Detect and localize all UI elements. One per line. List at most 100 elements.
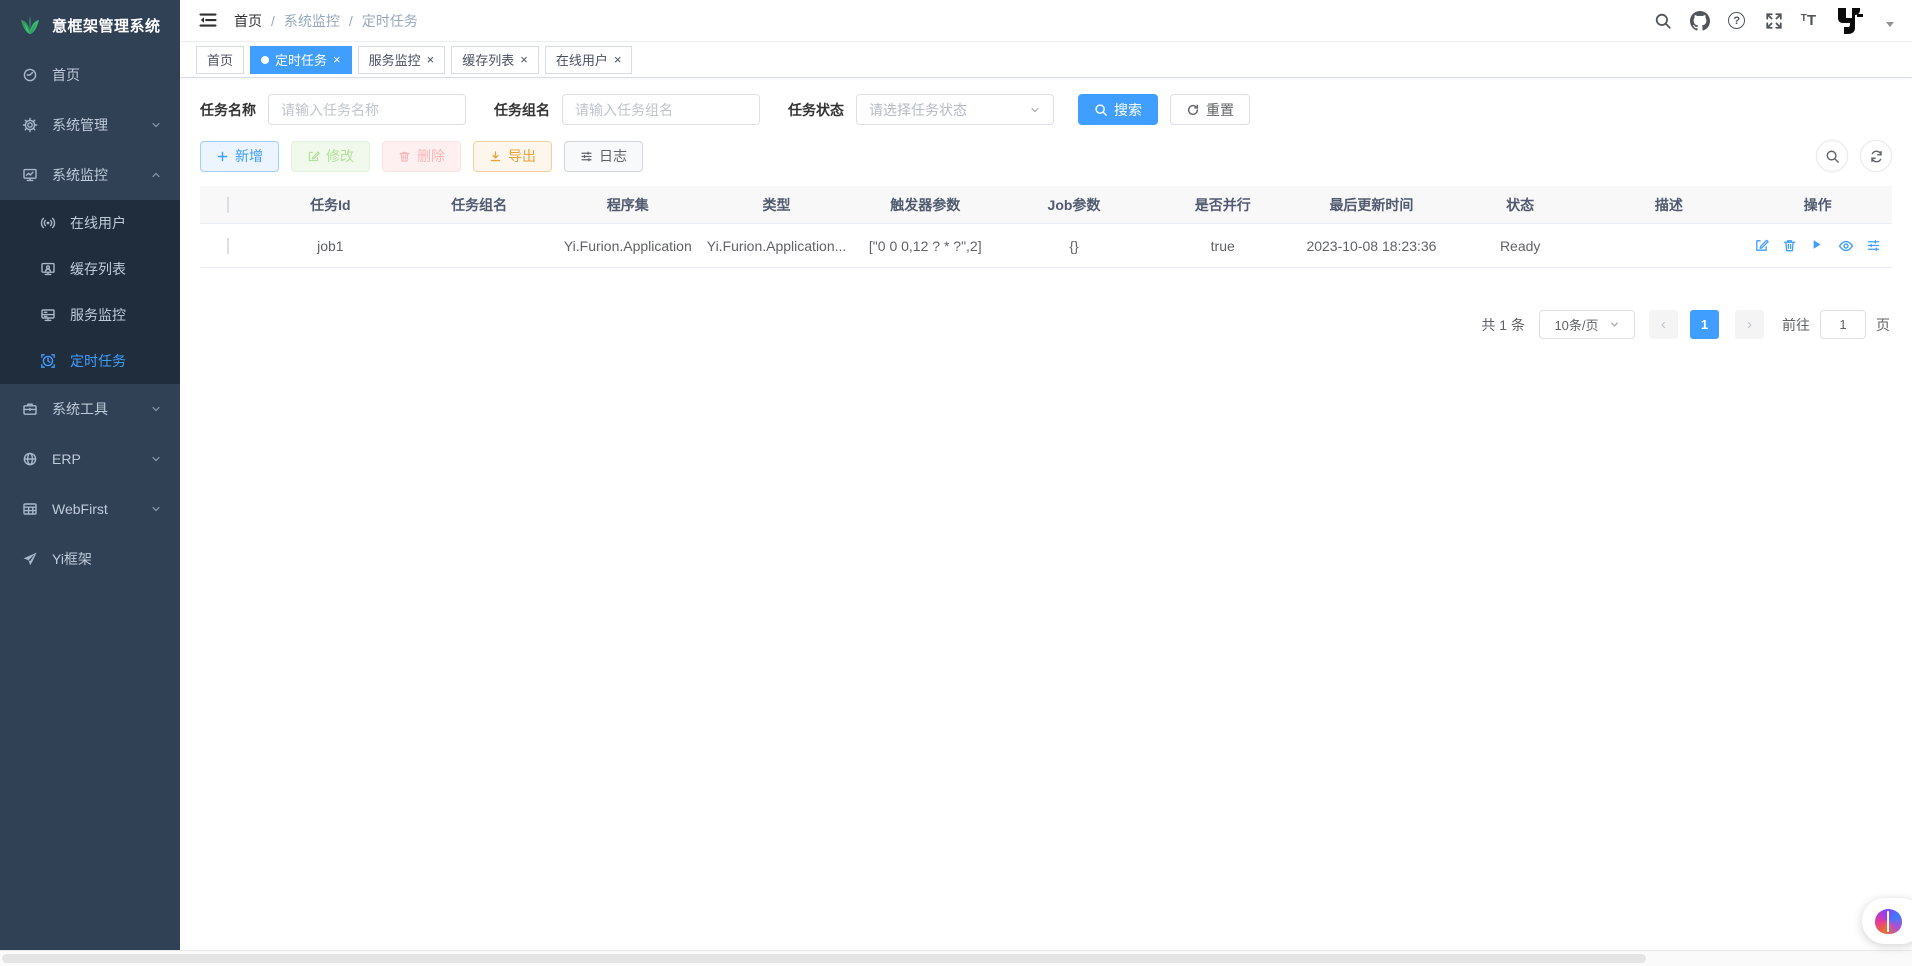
briefcase-icon — [22, 401, 38, 417]
close-icon[interactable]: × — [520, 53, 528, 66]
sidebar-item-system-tools[interactable]: 系统工具 — [0, 384, 180, 434]
page-unit-label: 页 — [1876, 315, 1890, 335]
cell-type: Yi.Furion.Application... — [702, 238, 851, 254]
sidebar-item-online-users[interactable]: 在线用户 — [0, 200, 180, 246]
next-page-button[interactable]: › — [1735, 310, 1764, 339]
col-updated: 最后更新时间 — [1297, 195, 1446, 215]
page-content: 任务名称 任务组名 任务状态 请选择任务状态 搜索 — [180, 78, 1912, 950]
edit-button[interactable]: 修改 — [291, 141, 370, 172]
table-refresh-button[interactable] — [1860, 140, 1892, 172]
select-all-checkbox[interactable] — [227, 197, 229, 213]
tab-cache-list[interactable]: 缓存列表 × — [451, 46, 539, 74]
export-button[interactable]: 导出 — [473, 141, 552, 172]
assistant-widget[interactable] — [1862, 898, 1912, 944]
header-search-icon[interactable] — [1653, 11, 1673, 31]
main-area: 首页 / 系统监控 / 定时任务 ? — [180, 0, 1912, 950]
breadcrumb-home[interactable]: 首页 — [234, 11, 262, 31]
tags-view-bar: 首页 定时任务 × 服务监控 × 缓存列表 × 在线用户 × — [180, 42, 1912, 78]
download-icon — [489, 150, 502, 163]
sidebar-item-system-monitor[interactable]: 系统监控 — [0, 150, 180, 200]
tab-scheduled-tasks[interactable]: 定时任务 × — [250, 46, 352, 74]
grid-table-icon — [22, 501, 38, 517]
gear-icon — [22, 117, 38, 133]
row-run-icon[interactable] — [1810, 238, 1825, 253]
sidebar-fold-icon[interactable] — [198, 10, 220, 32]
cell-assembly: Yi.Furion.Application — [553, 238, 702, 254]
add-button[interactable]: 新增 — [200, 141, 279, 172]
breadcrumb-separator: / — [271, 13, 275, 29]
sidebar-item-erp[interactable]: ERP — [0, 434, 180, 484]
breadcrumb: 首页 / 系统监控 / 定时任务 — [234, 11, 418, 31]
reset-button[interactable]: 重置 — [1170, 94, 1250, 125]
row-delete-icon[interactable] — [1782, 238, 1797, 253]
github-icon[interactable] — [1690, 11, 1710, 31]
sidebar-item-home[interactable]: 首页 — [0, 50, 180, 100]
row-checkbox[interactable] — [227, 238, 229, 254]
chevron-down-icon — [1609, 319, 1620, 330]
top-navbar: 首页 / 系统监控 / 定时任务 ? — [180, 0, 1912, 42]
app-logo[interactable]: 意框架管理系统 — [0, 0, 180, 50]
user-avatar[interactable] — [1833, 3, 1869, 39]
goto-label: 前往 — [1782, 315, 1810, 335]
sidebar-item-yi-framework[interactable]: Yi框架 — [0, 534, 180, 584]
log-button[interactable]: 日志 — [564, 141, 643, 172]
col-actions: 操作 — [1743, 195, 1892, 215]
close-icon[interactable]: × — [614, 53, 622, 66]
font-size-icon[interactable]: TT — [1801, 12, 1816, 29]
sidebar-item-scheduled-tasks[interactable]: 定时任务 — [0, 338, 180, 384]
cell-task-id: job1 — [256, 238, 405, 254]
active-tab-dot — [261, 56, 269, 64]
prev-page-button[interactable]: ‹ — [1649, 310, 1678, 339]
chevron-down-icon — [150, 503, 162, 515]
fullscreen-icon[interactable] — [1764, 11, 1784, 31]
help-icon[interactable]: ? — [1727, 11, 1747, 31]
server-icon — [40, 307, 56, 323]
col-task-id: 任务Id — [256, 195, 405, 215]
page-size-select[interactable]: 10条/页 — [1539, 310, 1635, 339]
delete-button[interactable]: 删除 — [382, 141, 461, 172]
total-count: 共 1 条 — [1481, 315, 1525, 335]
sidebar-item-cache-list[interactable]: 缓存列表 — [0, 246, 180, 292]
tasks-table: 任务Id 任务组名 程序集 类型 触发器参数 Job参数 是否并行 最后更新时间… — [200, 186, 1892, 268]
scrollbar-thumb[interactable] — [2, 954, 1646, 963]
page-number-1[interactable]: 1 — [1690, 310, 1719, 339]
horizontal-scrollbar[interactable] — [0, 950, 1912, 966]
close-icon[interactable]: × — [427, 53, 435, 66]
task-status-select[interactable]: 请选择任务状态 — [856, 94, 1054, 125]
col-task-group: 任务组名 — [405, 195, 554, 215]
task-group-input[interactable] — [562, 94, 760, 125]
dashboard-icon — [22, 67, 38, 83]
sidebar: 意框架管理系统 首页 系统管理 — [0, 0, 180, 950]
cell-trigger-args: ["0 0 0,12 ? * ?",2] — [851, 238, 1000, 254]
close-icon[interactable]: × — [333, 53, 341, 66]
breadcrumb-scheduled-tasks: 定时任务 — [362, 11, 418, 31]
sidebar-item-label: 缓存列表 — [70, 259, 126, 279]
sidebar-item-service-monitor[interactable]: 服务监控 — [0, 292, 180, 338]
app-window: 意框架管理系统 首页 系统管理 — [0, 0, 1912, 950]
tab-service-monitor[interactable]: 服务监控 × — [358, 46, 446, 74]
row-edit-icon[interactable] — [1754, 238, 1769, 253]
sidebar-item-label: 服务监控 — [70, 305, 126, 325]
goto-page-input[interactable] — [1820, 310, 1866, 339]
table-header-row: 任务Id 任务组名 程序集 类型 触发器参数 Job参数 是否并行 最后更新时间… — [200, 186, 1892, 224]
search-button[interactable]: 搜索 — [1078, 94, 1158, 125]
sidebar-submenu-system-monitor: 在线用户 缓存列表 服务监控 — [0, 200, 180, 384]
table-search-toggle-button[interactable] — [1816, 140, 1848, 172]
task-name-input[interactable] — [268, 94, 466, 125]
sidebar-item-system-management[interactable]: 系统管理 — [0, 100, 180, 150]
col-status: 状态 — [1446, 195, 1595, 215]
sidebar-item-label: ERP — [52, 451, 81, 467]
plus-icon — [216, 150, 229, 163]
task-status-placeholder: 请选择任务状态 — [869, 100, 967, 120]
sidebar-item-webfirst[interactable]: WebFirst — [0, 484, 180, 534]
avatar-caret-icon[interactable] — [1886, 22, 1894, 27]
table-row[interactable]: job1 Yi.Furion.Application Yi.Furion.App… — [200, 224, 1892, 267]
table-toolbar: 新增 修改 删除 — [200, 140, 1892, 172]
row-log-icon[interactable] — [1866, 238, 1881, 253]
task-status-label: 任务状态 — [788, 100, 844, 120]
tab-home[interactable]: 首页 — [196, 46, 244, 74]
chevron-down-icon — [150, 119, 162, 131]
row-view-icon[interactable] — [1838, 238, 1853, 253]
tab-online-users[interactable]: 在线用户 × — [545, 46, 633, 74]
filter-form: 任务名称 任务组名 任务状态 请选择任务状态 搜索 — [200, 94, 1892, 125]
